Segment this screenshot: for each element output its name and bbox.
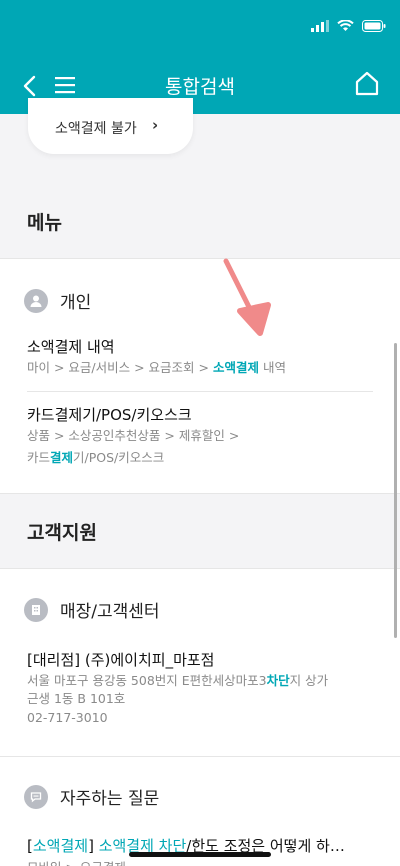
home-indicator[interactable]	[129, 852, 271, 857]
store-name: [대리점] (주)에이치피_마포점	[27, 651, 215, 669]
menu-results-card: 개인 소액결제 내역 마이 > 요금/서비스 > 요금조회 > 소액결제 내역 …	[0, 258, 400, 494]
battery-icon	[362, 20, 386, 32]
category-label: 자주하는 질문	[60, 789, 160, 809]
page-title: 통합검색	[165, 76, 235, 98]
result-path: 마이 > 요금/서비스 > 요금조회 > 소액결제 내역	[27, 357, 372, 379]
path-highlight: 결제	[50, 450, 74, 465]
result-path-line2: 카드결제기/POS/키오스크	[27, 447, 372, 469]
store-results-card: 매장/고객센터 [대리점] (주)에이치피_마포점 서울 마포구 용강동 508…	[0, 568, 400, 756]
status-bar	[0, 0, 400, 58]
section-title-menu: 메뉴	[27, 212, 62, 234]
question-highlight: 소액결제	[32, 837, 89, 855]
signal-icon	[311, 20, 329, 32]
divider	[27, 391, 373, 392]
section-title-support: 고객지원	[27, 522, 97, 544]
category-label: 개인	[60, 293, 92, 313]
category-label: 매장/고객센터	[60, 602, 160, 622]
person-icon	[24, 288, 48, 313]
chip-label: 소액결제 불가	[55, 121, 137, 137]
address-text: 지 상가	[289, 673, 329, 688]
store-phone: 02-717-3010	[27, 710, 108, 725]
store-icon	[24, 597, 48, 622]
question-text: ]	[88, 837, 99, 855]
result-path-line1: 상품 > 소상공인추천상품 > 제휴할인 >	[27, 428, 240, 443]
chevron-right-icon: ›	[152, 116, 159, 134]
path-text: 마이 > 요금/서비스 > 요금조회 >	[27, 360, 213, 375]
result-title: 소액결제 내역	[27, 338, 115, 356]
path-text: 카드	[27, 450, 51, 465]
path-text: 기/POS/키오스크	[73, 450, 165, 465]
category-store: 매장/고객센터	[24, 597, 160, 622]
result-title: 카드결제기/POS/키오스크	[27, 406, 192, 424]
address-highlight: 차단	[266, 673, 290, 688]
annotation-arrow-icon	[223, 258, 271, 336]
faq-category-path: 모바일 > 요금결제	[27, 857, 372, 866]
scrollbar[interactable]	[394, 343, 397, 638]
category-faq: 자주하는 질문	[24, 784, 159, 809]
home-icon[interactable]	[354, 70, 380, 98]
path-highlight: 소액결제	[212, 360, 259, 375]
status-icons	[311, 20, 386, 32]
path-text: 내역	[259, 360, 286, 375]
category-personal: 개인	[24, 288, 91, 313]
related-search-chip[interactable]: 소액결제 불가 ›	[28, 98, 193, 154]
chat-bubble-icon	[24, 784, 48, 809]
wifi-icon	[337, 20, 354, 31]
faq-results-card: 자주하는 질문 [소액결제] 소액결제 차단/한도 조정은 어떻게 하… 모바일…	[0, 756, 400, 866]
address-text: 서울 마포구 용강동 508번지 E편한세상마포3	[27, 673, 267, 688]
